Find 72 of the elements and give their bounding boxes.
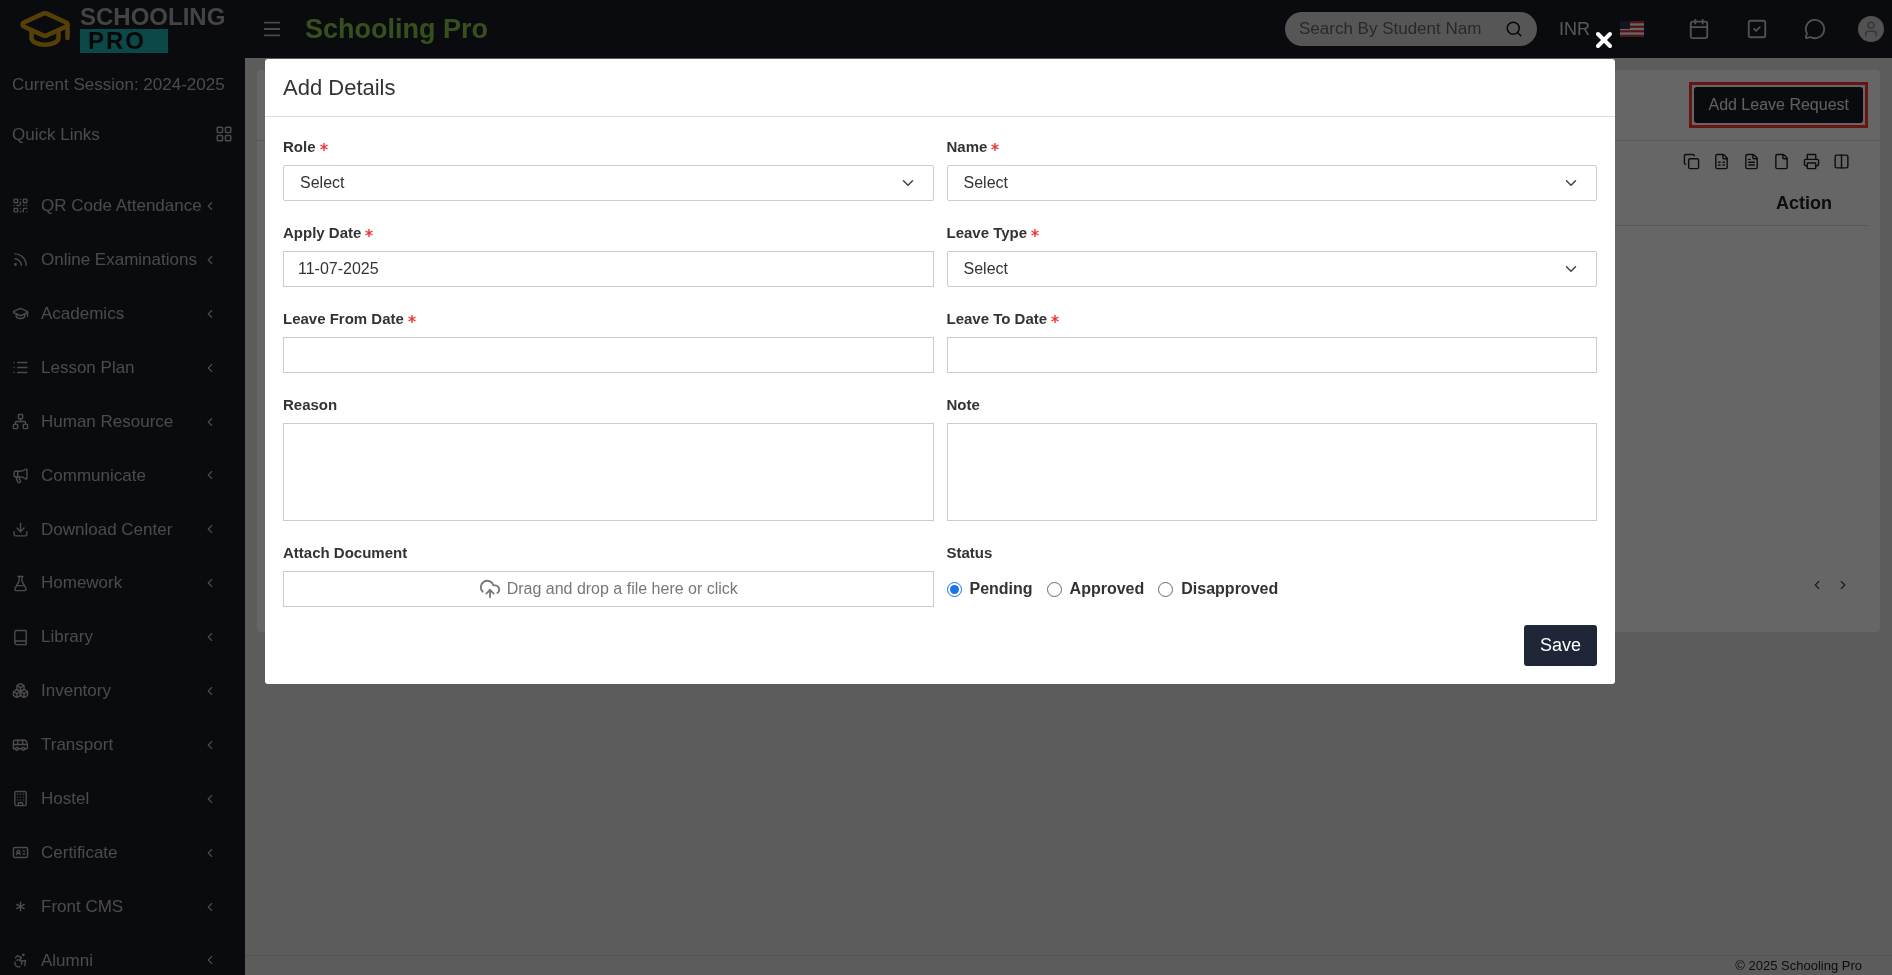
qr-code-icon — [12, 197, 29, 215]
input-field[interactable]: 11-07-2025 — [283, 251, 934, 287]
radio-label: Approved — [1069, 579, 1145, 599]
currency-label: INR — [1559, 17, 1590, 41]
megaphone-icon — [12, 466, 29, 484]
hierarchy-icon — [12, 413, 29, 430]
select-field[interactable]: Select — [946, 251, 1597, 287]
input-field[interactable] — [283, 337, 934, 373]
field-label: Leave From Date — [283, 308, 404, 329]
sidebar-item[interactable]: Hostel — [0, 771, 245, 826]
field-label: Status — [946, 542, 993, 563]
field-label: Reason — [283, 394, 338, 415]
rss-icon — [12, 251, 29, 269]
textarea-field[interactable] — [283, 423, 934, 521]
grid-icon[interactable] — [215, 125, 233, 144]
logo-badge: PRO — [80, 29, 168, 53]
sidebar-item[interactable]: Communicate — [0, 448, 245, 503]
copy-icon[interactable] — [1683, 153, 1700, 170]
radio-label: Disapproved — [1181, 579, 1279, 599]
field-label: Apply Date — [283, 222, 362, 243]
field-label: Attach Document — [283, 542, 408, 563]
sidebar-item[interactable]: Inventory — [0, 664, 245, 718]
book-icon — [12, 628, 29, 646]
file-icon[interactable] — [1773, 153, 1790, 170]
document-icon[interactable] — [1743, 153, 1760, 170]
add-leave-request-button[interactable]: Add Leave Request — [1694, 87, 1863, 123]
cloud-upload-icon — [478, 578, 501, 600]
field-label: Leave Type — [946, 222, 1028, 243]
quick-links-label[interactable]: Quick Links — [12, 121, 100, 147]
select-field[interactable]: Select — [283, 165, 934, 201]
flask-icon — [12, 574, 29, 592]
boxes-icon — [12, 682, 29, 700]
field-label: Name — [946, 136, 988, 157]
logo-text: SCHOOLING — [80, 5, 226, 29]
save-button[interactable]: Save — [1523, 625, 1597, 666]
sidebar-item[interactable]: Front CMS — [0, 879, 245, 934]
flag-icon — [1620, 21, 1644, 37]
search-icon — [1505, 20, 1523, 38]
sidebar-item[interactable]: Academics — [0, 286, 245, 341]
sidebar-item[interactable]: Library — [0, 610, 245, 664]
sidebar-item[interactable]: Transport — [0, 717, 245, 772]
calendar-icon[interactable] — [1688, 18, 1710, 40]
accessibility-icon — [12, 951, 29, 969]
sidebar-item[interactable]: Human Resource — [0, 394, 245, 449]
building-icon — [12, 790, 29, 808]
select-field[interactable]: Select — [946, 165, 1597, 201]
checkbox-icon[interactable] — [1746, 18, 1768, 40]
download-icon — [12, 520, 29, 538]
radio-label: Pending — [969, 579, 1033, 599]
sidebar-item[interactable]: Online Examinations — [0, 232, 245, 287]
sidebar-item[interactable]: Certificate — [0, 825, 245, 880]
sidebar-item[interactable]: Homework — [0, 556, 245, 611]
input-field[interactable] — [946, 337, 1597, 373]
spreadsheet-icon[interactable] — [1713, 153, 1730, 170]
column-header: Action — [1776, 192, 1832, 215]
session-label: Current Session: 2024-2025 — [11, 74, 226, 96]
app-title: Schooling Pro — [305, 12, 488, 46]
sidebar-item[interactable]: Download Center — [0, 502, 245, 557]
field-label: Leave To Date — [946, 308, 1048, 329]
sidebar-item[interactable]: Alumni — [0, 933, 245, 975]
print-icon[interactable] — [1803, 153, 1820, 170]
field-label: Note — [946, 394, 980, 415]
sidebar-item[interactable]: Lesson Plan — [0, 340, 245, 395]
chat-icon[interactable] — [1804, 18, 1826, 40]
file-drop-field[interactable]: Drag and drop a file here or click — [283, 571, 934, 607]
textarea-field[interactable] — [946, 423, 1597, 521]
modal-title: Add Details — [283, 74, 396, 102]
columns-icon[interactable] — [1833, 153, 1850, 170]
field-label: Role — [283, 136, 316, 157]
avatar-icon[interactable] — [1858, 16, 1884, 42]
footer-text: © 2025 Schooling Pro — [1735, 956, 1862, 975]
sidebar-item[interactable]: QR Code Attendance — [0, 179, 245, 233]
